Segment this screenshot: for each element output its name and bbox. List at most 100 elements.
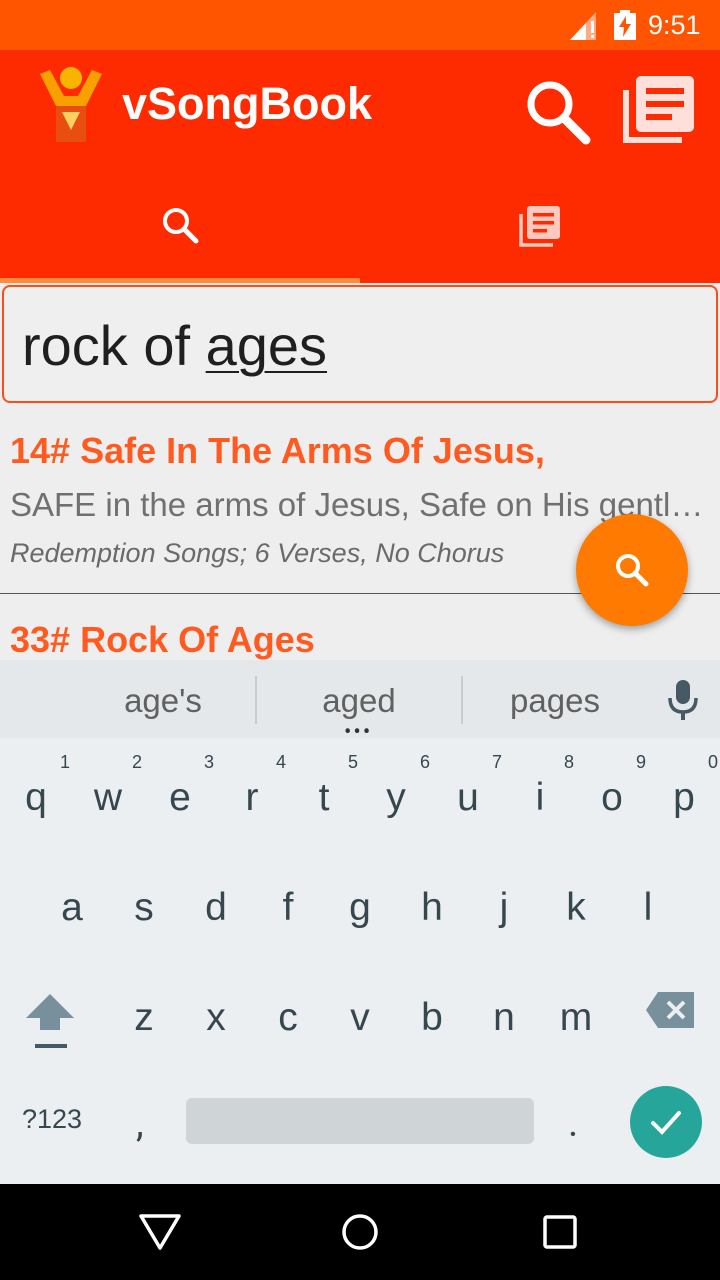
microphone-icon[interactable]	[666, 678, 700, 722]
selected-tab-indicator	[0, 278, 360, 283]
key-label: y	[386, 776, 406, 819]
key-label: n	[493, 996, 515, 1039]
key-w[interactable]: w2	[72, 748, 144, 838]
app-bar: vSongBook	[0, 50, 720, 283]
key-hint: 0	[707, 752, 718, 772]
home-icon[interactable]	[340, 1212, 380, 1252]
key-label: v	[350, 996, 370, 1039]
tab-search[interactable]	[0, 180, 360, 280]
key-hint: 3	[203, 752, 214, 772]
key-z[interactable]: z	[108, 968, 180, 1058]
more-suggestions-icon: •••	[344, 720, 373, 745]
key-g[interactable]: g	[324, 858, 396, 948]
battery-charging-icon	[614, 10, 636, 40]
clock: 9:51	[648, 10, 701, 40]
key-f[interactable]: f	[252, 858, 324, 948]
recent-apps-icon[interactable]	[542, 1214, 578, 1250]
symbols-key[interactable]: ?123	[22, 1104, 82, 1135]
suggestion[interactable]: aged	[264, 682, 454, 720]
key-h[interactable]: h	[396, 858, 468, 948]
key-s[interactable]: s	[108, 858, 180, 948]
divider	[255, 676, 257, 724]
period-key[interactable]: .	[568, 1100, 578, 1146]
song-meta: Redemption Songs; 6 Verses, No Chorus	[10, 538, 505, 568]
search-icon[interactable]	[524, 78, 592, 146]
key-label: b	[421, 996, 443, 1039]
key-l[interactable]: l	[612, 858, 684, 948]
key-label: l	[643, 886, 653, 929]
key-label: o	[601, 776, 623, 819]
key-a[interactable]: a	[36, 858, 108, 948]
key-label: j	[499, 886, 509, 929]
key-label: x	[206, 996, 226, 1039]
checkmark-icon	[651, 1111, 681, 1135]
key-label: m	[559, 996, 593, 1039]
key-label: z	[134, 996, 154, 1039]
key-hint: 7	[491, 752, 502, 772]
search-icon	[616, 554, 649, 587]
app-title: vSongBook	[122, 78, 373, 129]
key-label: c	[278, 996, 298, 1039]
key-hint: 4	[275, 752, 286, 772]
key-label: t	[318, 776, 330, 819]
key-n[interactable]: n	[468, 968, 540, 1058]
songbooks-icon	[519, 206, 560, 247]
suggestion-strip: age's aged pages •••	[0, 660, 720, 745]
key-u[interactable]: u7	[432, 748, 504, 838]
song-snippet: SAFE in the arms of Jesus, Safe on His g…	[10, 486, 710, 523]
key-q[interactable]: q1	[0, 748, 72, 838]
tab-songbooks[interactable]	[360, 180, 720, 280]
search-input[interactable]: rock of ages	[2, 285, 718, 403]
shift-key[interactable]	[22, 990, 78, 1054]
key-label: k	[566, 886, 586, 929]
space-key[interactable]	[186, 1098, 534, 1144]
navigation-bar	[0, 1184, 720, 1280]
suggestion[interactable]: age's	[68, 682, 258, 720]
key-hint: 6	[419, 752, 430, 772]
key-y[interactable]: y6	[360, 748, 432, 838]
key-k[interactable]: k	[540, 858, 612, 948]
key-v[interactable]: v	[324, 968, 396, 1058]
key-hint: 2	[131, 752, 142, 772]
search-fab-button[interactable]	[576, 514, 688, 626]
search-query: rock of ages	[22, 314, 328, 377]
key-e[interactable]: e3	[144, 748, 216, 838]
key-hint: 1	[59, 752, 70, 772]
comma-key[interactable]: ,	[136, 1100, 144, 1146]
key-label: d	[205, 886, 227, 929]
key-r[interactable]: r4	[216, 748, 288, 838]
signal-icon	[570, 12, 596, 40]
key-d[interactable]: d	[180, 858, 252, 948]
songbooks-icon[interactable]	[622, 74, 698, 144]
enter-key[interactable]	[630, 1086, 702, 1158]
song-title: 14# Safe In The Arms Of Jesus,	[10, 430, 545, 471]
key-x[interactable]: x	[180, 968, 252, 1058]
key-label: q	[25, 776, 47, 819]
key-j[interactable]: j	[468, 858, 540, 948]
status-bar: 9:51	[0, 0, 720, 50]
key-o[interactable]: o9	[576, 748, 648, 838]
key-label: a	[61, 886, 83, 929]
key-label: i	[535, 776, 545, 819]
back-icon[interactable]	[138, 1212, 182, 1252]
key-hint: 5	[347, 752, 358, 772]
key-label: p	[673, 776, 695, 819]
key-hint: 9	[635, 752, 646, 772]
backspace-key[interactable]	[644, 990, 696, 1030]
key-label: s	[134, 886, 154, 929]
key-b[interactable]: b	[396, 968, 468, 1058]
key-label: f	[282, 886, 294, 929]
search-icon	[163, 208, 199, 244]
app-logo-icon	[40, 67, 102, 142]
key-label: g	[349, 886, 371, 929]
song-title: 33# Rock Of Ages	[10, 619, 315, 660]
key-label: w	[93, 776, 123, 819]
key-p[interactable]: p0	[648, 748, 720, 838]
suggestion[interactable]: pages	[460, 682, 650, 720]
key-i[interactable]: i8	[504, 748, 576, 838]
key-c[interactable]: c	[252, 968, 324, 1058]
key-m[interactable]: m	[540, 968, 612, 1058]
key-hint: 8	[563, 752, 574, 772]
key-label: r	[245, 776, 259, 819]
key-t[interactable]: t5	[288, 748, 360, 838]
